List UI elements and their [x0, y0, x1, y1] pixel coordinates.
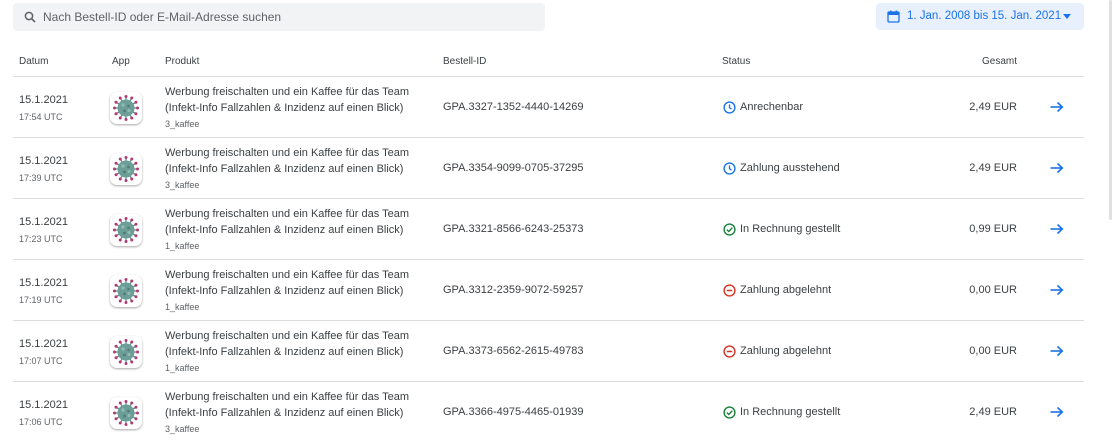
order-date: 15.1.2021 [19, 216, 68, 228]
product-app-name: (Infekt-Info Fallzahlen & Inzidenz auf e… [165, 163, 404, 175]
arrow-right-icon[interactable] [1049, 344, 1065, 358]
order-time: 17:23 UTC [19, 234, 63, 244]
app-icon [110, 92, 142, 124]
arrow-right-icon[interactable] [1049, 161, 1065, 175]
table-row[interactable]: 15.1.2021 17:19 UTC Werbung freischalten… [13, 260, 1084, 321]
order-total: 2,49 EUR [969, 406, 1017, 418]
app-icon [110, 397, 142, 429]
table-row[interactable]: 15.1.2021 17:06 UTC Werbung freischalten… [13, 382, 1084, 441]
order-date: 15.1.2021 [19, 155, 68, 167]
order-total: 2,49 EUR [969, 162, 1017, 174]
order-date: 15.1.2021 [19, 399, 68, 411]
table-row[interactable]: 15.1.2021 17:07 UTC Werbung freischalten… [13, 321, 1084, 382]
order-id: GPA.3373-6562-2615-49783 [443, 345, 584, 357]
search-input[interactable]: Nach Bestell-ID oder E-Mail-Adresse such… [13, 3, 545, 31]
product-app-name: (Infekt-Info Fallzahlen & Inzidenz auf e… [165, 102, 404, 114]
table-row[interactable]: 15.1.2021 17:39 UTC Werbung freischalten… [13, 138, 1084, 199]
order-status: In Rechnung gestellt [740, 223, 841, 235]
check-circle-icon [723, 406, 736, 419]
product-sku: 1_kaffee [165, 302, 200, 312]
app-icon [110, 336, 142, 368]
order-status: In Rechnung gestellt [740, 406, 841, 418]
clock-icon [723, 162, 736, 175]
table-row[interactable]: 15.1.2021 17:54 UTC Werbung freischalten… [13, 77, 1084, 138]
calendar-icon [887, 10, 900, 23]
product-name: Werbung freischalten und ein Kaffee für … [165, 208, 409, 220]
app-icon [110, 153, 142, 185]
search-icon [24, 11, 36, 23]
order-time: 17:19 UTC [19, 295, 63, 305]
arrow-right-icon[interactable] [1049, 100, 1065, 114]
date-range-label: 1. Jan. 2008 bis 15. Jan. 2021 [907, 10, 1062, 22]
table-header: Datum App Produkt Bestell-ID Status Gesa… [13, 47, 1084, 77]
arrow-right-icon[interactable] [1049, 222, 1065, 236]
date-range-button[interactable]: 1. Jan. 2008 bis 15. Jan. 2021 [876, 3, 1084, 30]
product-sku: 3_kaffee [165, 424, 200, 434]
check-circle-icon [723, 223, 736, 236]
product-name: Werbung freischalten und ein Kaffee für … [165, 86, 409, 98]
order-id: GPA.3354-9099-0705-37295 [443, 162, 584, 174]
order-status: Zahlung ausstehend [740, 162, 840, 174]
product-name: Werbung freischalten und ein Kaffee für … [165, 269, 409, 281]
minus-circle-icon [723, 345, 736, 358]
app-icon [110, 275, 142, 307]
chevron-down-icon [1063, 14, 1071, 19]
column-header-date[interactable]: Datum [19, 56, 48, 67]
search-placeholder: Nach Bestell-ID oder E-Mail-Adresse such… [43, 10, 282, 24]
product-name: Werbung freischalten und ein Kaffee für … [165, 391, 409, 403]
product-sku: 3_kaffee [165, 180, 200, 190]
product-app-name: (Infekt-Info Fallzahlen & Inzidenz auf e… [165, 224, 404, 236]
column-header-order-id: Bestell-ID [443, 56, 487, 67]
order-total: 2,49 EUR [969, 101, 1017, 113]
product-app-name: (Infekt-Info Fallzahlen & Inzidenz auf e… [165, 346, 404, 358]
order-id: GPA.3321-8566-6243-25373 [443, 223, 584, 235]
column-header-total: Gesamt [982, 56, 1018, 67]
order-id: GPA.3327-1352-4440-14269 [443, 101, 584, 113]
order-status: Zahlung abgelehnt [740, 284, 832, 296]
order-date: 15.1.2021 [19, 277, 68, 289]
column-header-status: Status [722, 56, 751, 67]
order-total: 0,00 EUR [969, 284, 1017, 296]
product-app-name: (Infekt-Info Fallzahlen & Inzidenz auf e… [165, 285, 404, 297]
clock-icon [723, 101, 736, 114]
product-name: Werbung freischalten und ein Kaffee für … [165, 147, 409, 159]
order-id: GPA.3366-4975-4465-01939 [443, 406, 584, 418]
column-header-app: App [112, 56, 130, 67]
column-header-product: Produkt [165, 56, 200, 67]
app-icon [110, 214, 142, 246]
order-status: Anrechenbar [740, 101, 803, 113]
order-time: 17:07 UTC [19, 356, 63, 366]
order-total: 0,00 EUR [969, 345, 1017, 357]
product-sku: 1_kaffee [165, 363, 200, 373]
order-status: Zahlung abgelehnt [740, 345, 832, 357]
order-time: 17:06 UTC [19, 417, 63, 427]
product-sku: 1_kaffee [165, 241, 200, 251]
scrollbar-thumb[interactable] [1109, 0, 1112, 220]
arrow-right-icon[interactable] [1049, 283, 1065, 297]
product-app-name: (Infekt-Info Fallzahlen & Inzidenz auf e… [165, 407, 404, 419]
order-time: 17:39 UTC [19, 173, 63, 183]
scrollbar[interactable] [1107, 0, 1113, 441]
minus-circle-icon [723, 284, 736, 297]
order-date: 15.1.2021 [19, 338, 68, 350]
product-sku: 3_kaffee [165, 119, 200, 129]
order-time: 17:54 UTC [19, 112, 63, 122]
order-total: 0,99 EUR [969, 223, 1017, 235]
order-id: GPA.3312-2359-9072-59257 [443, 284, 584, 296]
order-date: 15.1.2021 [19, 94, 68, 106]
product-name: Werbung freischalten und ein Kaffee für … [165, 330, 409, 342]
table-row[interactable]: 15.1.2021 17:23 UTC Werbung freischalten… [13, 199, 1084, 260]
arrow-right-icon[interactable] [1049, 405, 1065, 419]
